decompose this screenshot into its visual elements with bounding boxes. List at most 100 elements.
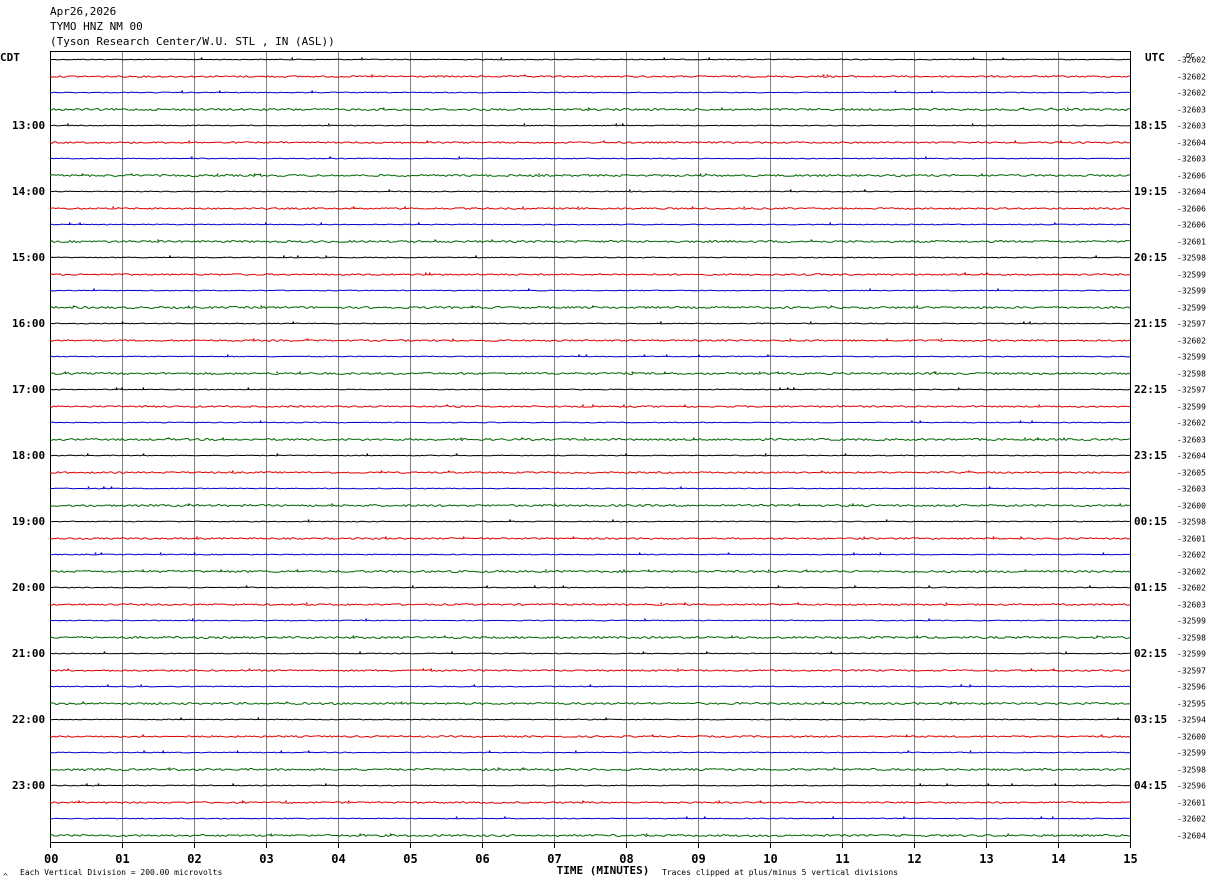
trace-spike	[810, 239, 813, 241]
trace-spike	[522, 767, 525, 769]
dc-offset-label: -32596	[1177, 683, 1206, 692]
trace-spike	[270, 833, 272, 835]
trace-spike	[767, 354, 769, 356]
dc-offset-label: -32595	[1177, 700, 1206, 709]
trace-spike	[331, 503, 333, 505]
trace-spike	[142, 734, 144, 736]
utc-hour-label: 00:15	[1134, 515, 1167, 528]
trace-spike	[911, 420, 913, 422]
trace-spike	[727, 552, 730, 554]
utc-hour-label: 04:15	[1134, 779, 1167, 792]
trace-spike	[971, 123, 974, 125]
trace-spike	[107, 684, 109, 686]
dc-offset-label: -32597	[1177, 320, 1206, 329]
trace-spike	[928, 585, 930, 587]
x-tick-label: 03	[259, 852, 273, 866]
trace-spike	[383, 107, 385, 109]
dc-offset-label: -32604	[1177, 139, 1206, 148]
trace-spike	[67, 123, 69, 125]
trace-spike	[931, 90, 933, 92]
x-tick-label: 09	[691, 852, 705, 866]
seismic-trace	[49, 355, 1131, 358]
dc-offset-label: -32601	[1177, 238, 1206, 247]
trace-spike	[852, 503, 854, 505]
trace-spike	[241, 800, 244, 802]
trace-spike	[371, 74, 373, 76]
trace-spike	[248, 668, 251, 670]
utc-hour-label: 18:15	[1134, 119, 1167, 132]
trace-spike	[94, 552, 97, 554]
trace-spike	[830, 305, 832, 307]
trace-spike	[660, 321, 662, 323]
seismic-trace	[49, 635, 1131, 640]
seismic-trace	[49, 124, 1131, 127]
trace-spike	[488, 750, 491, 752]
trace-spike	[422, 668, 424, 670]
trace-spike	[1002, 57, 1004, 59]
trace-spike	[220, 569, 222, 571]
trace-spike	[1011, 783, 1013, 785]
trace-spike	[1014, 140, 1016, 142]
x-tick-label: 01	[115, 852, 129, 866]
trace-spike	[1096, 635, 1098, 637]
trace-spike	[987, 783, 989, 785]
trace-spike	[933, 371, 936, 373]
trace-spike	[545, 569, 547, 571]
trace-spike	[361, 57, 363, 59]
trace-spike	[296, 569, 299, 571]
trace-spike	[227, 354, 229, 356]
dc-offset-label: -32603	[1177, 155, 1206, 164]
trace-spike	[986, 272, 988, 274]
trace-spike	[325, 255, 327, 257]
seismic-trace	[49, 784, 1131, 787]
trace-spike	[578, 354, 580, 356]
trace-spike	[677, 668, 679, 670]
dc-offset-label: -32594	[1177, 716, 1206, 725]
trace-spike	[276, 453, 279, 455]
corner-mark: ^	[3, 872, 8, 881]
trace-spike	[82, 701, 84, 703]
trace-spike	[592, 404, 594, 406]
trace-spike	[259, 420, 262, 422]
trace-spike	[612, 519, 614, 521]
trace-spike	[181, 90, 183, 92]
seismic-trace	[49, 239, 1131, 244]
trace-spike	[388, 189, 390, 191]
trace-spike	[916, 635, 918, 637]
dc-offset-label: -32597	[1177, 386, 1206, 395]
trace-spike	[534, 585, 536, 587]
trace-spike	[833, 767, 836, 769]
trace-spike	[1117, 717, 1119, 719]
dc-offset-label: -32604	[1177, 452, 1206, 461]
seismic-trace	[49, 520, 1131, 523]
trace-spike	[886, 338, 888, 340]
trace-spike	[916, 305, 919, 307]
scale-note: Each Vertical Division = 200.00 microvol…	[20, 868, 222, 877]
trace-spike	[810, 321, 812, 323]
trace-spike	[455, 453, 458, 455]
trace-spike	[1063, 437, 1065, 439]
dc-offset-label: -32602	[1177, 337, 1206, 346]
trace-spike	[605, 717, 607, 719]
trace-spike	[121, 321, 124, 323]
trace-spike	[385, 536, 387, 538]
dc-offset-label: -32600	[1177, 733, 1206, 742]
trace-spike	[458, 156, 460, 158]
dc-offset-label: -32600	[1177, 502, 1206, 511]
dc-offset-label: -32601	[1177, 799, 1206, 808]
cdt-hour-label: 15:00	[12, 251, 45, 264]
cdt-hour-label: 17:00	[12, 383, 45, 396]
trace-spike	[380, 470, 383, 472]
trace-spike	[582, 800, 584, 802]
trace-spike	[589, 684, 592, 686]
seismic-trace	[49, 75, 1131, 78]
trace-spike	[167, 437, 170, 439]
seismic-trace	[49, 652, 1130, 655]
cdt-hour-label: 19:00	[12, 515, 45, 528]
seismic-trace	[49, 833, 1131, 838]
trace-spike	[919, 420, 921, 422]
trace-spike	[793, 387, 795, 389]
trace-spike	[430, 668, 432, 670]
trace-spike	[684, 602, 686, 604]
trace-spike	[577, 206, 579, 208]
